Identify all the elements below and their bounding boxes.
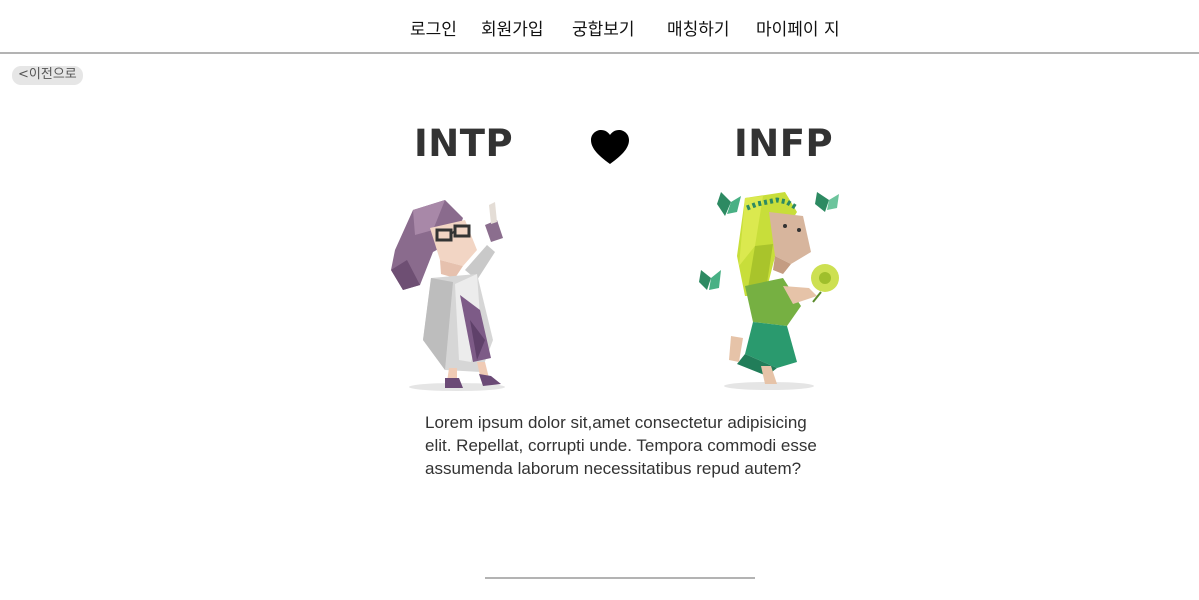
nav-compatibility[interactable]: 궁합보기 <box>572 15 635 40</box>
back-button[interactable]: <이전으로 <box>12 66 83 85</box>
nav-matching[interactable]: 매칭하기 <box>667 15 730 40</box>
top-nav: 로그인 회원가입 궁합보기 매칭하기 마이페이 지 <box>0 0 1199 54</box>
nav-login[interactable]: 로그인 <box>410 15 457 40</box>
infp-character-illustration <box>699 192 839 390</box>
left-type-label: INTP <box>414 122 514 165</box>
intp-character-illustration <box>391 200 505 391</box>
right-type-label: INFP <box>734 122 834 165</box>
page: 로그인 회원가입 궁합보기 매칭하기 마이페이 지 <이전으로 INTP INF… <box>0 0 1199 600</box>
footer-divider <box>485 577 755 579</box>
match-description: Lorem ipsum dolor sit,amet consectetur a… <box>425 413 817 478</box>
heart-icon <box>591 130 629 164</box>
nav-mypage[interactable]: 마이페이 지 <box>756 15 840 40</box>
nav-signup[interactable]: 회원가입 <box>481 15 544 40</box>
